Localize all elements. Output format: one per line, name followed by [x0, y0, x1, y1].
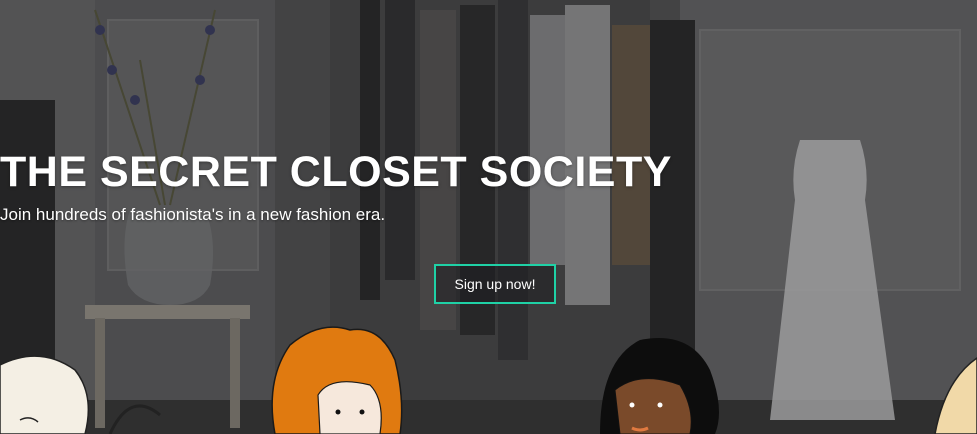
- sign-up-button[interactable]: Sign up now!: [434, 264, 556, 304]
- page-title: THE SECRET CLOSET SOCIETY: [0, 148, 672, 196]
- hero-section: THE SECRET CLOSET SOCIETY Join hundreds …: [0, 0, 977, 434]
- hero-subtitle: Join hundreds of fashionista's in a new …: [0, 205, 386, 224]
